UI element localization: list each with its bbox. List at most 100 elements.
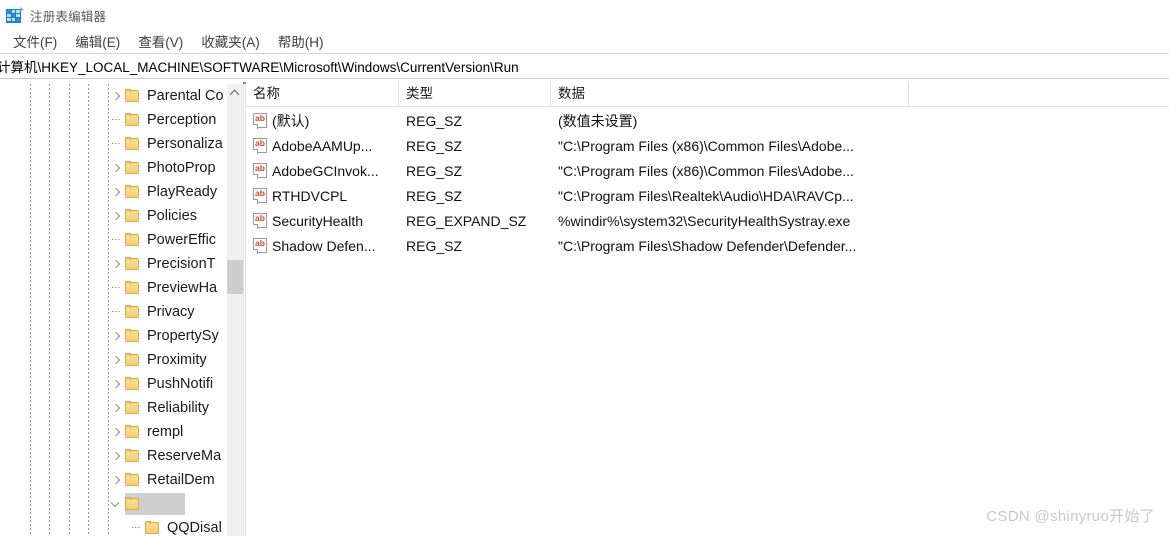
folder-icon [125, 473, 141, 487]
address-bar[interactable]: 计算机\HKEY_LOCAL_MACHINE\SOFTWARE\Microsof… [0, 54, 1169, 78]
tree-item[interactable]: PreviewHa [0, 276, 243, 300]
string-value-icon: ab [253, 163, 268, 179]
value-row[interactable]: ab RTHDVCPL REG_SZ "C:\Program Files\Realte… [246, 184, 1169, 209]
tree-item[interactable]: Reliability [0, 396, 243, 420]
watermark: CSDN @shinyruo开始了 [986, 508, 1155, 525]
chevron-right-icon[interactable] [108, 252, 125, 276]
chevron-right-icon[interactable] [108, 204, 125, 228]
folder-icon [125, 113, 141, 127]
tree-connector [108, 108, 125, 132]
folder-icon [125, 209, 141, 223]
value-data: %windir%\system32\SecurityHealthSystray.… [558, 213, 851, 229]
tree-item-label: PropertySy [147, 328, 219, 344]
string-value-icon: ab [253, 138, 268, 154]
folder-icon [125, 89, 141, 103]
tree-item[interactable]: Personaliza [0, 132, 243, 156]
registry-values-pane[interactable]: 名称 类型 数据 ab (默认) REG_SZ (数值未设置) ab AdobeAAMUp..… [246, 82, 1169, 536]
value-row[interactable]: ab AdobeGCInvok... REG_SZ "C:\Program Files… [246, 159, 1169, 184]
chevron-right-icon[interactable] [108, 180, 125, 204]
string-value-icon: ab [253, 188, 268, 204]
chevron-right-icon[interactable] [108, 156, 125, 180]
tree-item-label: PowerEffic [147, 232, 217, 248]
chevron-right-icon[interactable] [108, 420, 125, 444]
tree-item[interactable]: PhotoProp [0, 156, 243, 180]
tree-connector [108, 300, 125, 324]
address-path: 计算机\HKEY_LOCAL_MACHINE\SOFTWARE\Microsof… [0, 60, 519, 75]
chevron-right-icon[interactable] [108, 84, 125, 108]
value-name: SecurityHealth [272, 213, 364, 229]
menu-item-file[interactable]: 文件(F) [4, 30, 66, 53]
tree-item-label: Parental Co [147, 88, 224, 104]
tree-item-label: PlayReady [147, 184, 218, 200]
folder-icon [125, 497, 141, 511]
tree-item-label: PhotoProp [147, 160, 216, 176]
value-row[interactable]: ab AdobeAAMUp... REG_SZ "C:\Program Files (… [246, 134, 1169, 159]
values-list: ab (默认) REG_SZ (数值未设置) ab AdobeAAMUp... REG_SZ… [246, 107, 1169, 259]
registry-tree-list: Parental Co Perception Personaliza PhotoPro… [0, 84, 243, 536]
menu-item-help[interactable]: 帮助(H) [269, 30, 333, 53]
registry-tree-pane[interactable]: Parental Co Perception Personaliza PhotoPro… [0, 82, 243, 536]
scrollbar-thumb[interactable] [227, 260, 243, 294]
tree-item-label: Proximity [147, 352, 207, 368]
chevron-down-icon[interactable] [108, 492, 125, 516]
tree-item[interactable]: Perception [0, 108, 243, 132]
folder-icon [125, 137, 141, 151]
value-data: (数值未设置) [558, 113, 638, 129]
column-header-name[interactable]: 名称 [246, 82, 399, 106]
folder-icon [125, 449, 141, 463]
tree-item[interactable]: Parental Co [0, 84, 243, 108]
tree-item[interactable]: QQDisal [0, 516, 243, 536]
tree-item[interactable]: Run [0, 492, 243, 516]
folder-icon [125, 401, 141, 415]
tree-item-label: RetailDem [147, 472, 215, 488]
tree-item[interactable]: Proximity [0, 348, 243, 372]
chevron-right-icon[interactable] [108, 468, 125, 492]
chevron-right-icon[interactable] [108, 324, 125, 348]
chevron-right-icon[interactable] [108, 372, 125, 396]
tree-item[interactable]: PropertySy [0, 324, 243, 348]
chevron-right-icon[interactable] [108, 396, 125, 420]
menu-item-favorites[interactable]: 收藏夹(A) [192, 30, 269, 53]
menu-item-view[interactable]: 查看(V) [129, 30, 192, 53]
value-type: REG_EXPAND_SZ [406, 213, 527, 229]
tree-item[interactable]: Privacy [0, 300, 243, 324]
value-row[interactable]: ab SecurityHealth REG_EXPAND_SZ %windir%\sy… [246, 209, 1169, 234]
tree-item[interactable]: rempl [0, 420, 243, 444]
chevron-right-icon[interactable] [108, 444, 125, 468]
tree-item[interactable]: PushNotifi [0, 372, 243, 396]
tree-connector [108, 228, 125, 252]
tree-item-label: QQDisal [167, 520, 222, 536]
tree-item[interactable]: PlayReady [0, 180, 243, 204]
column-header-type[interactable]: 类型 [399, 82, 551, 106]
chevron-right-icon[interactable] [108, 348, 125, 372]
value-type: REG_SZ [406, 113, 463, 129]
string-value-icon: ab [253, 113, 268, 129]
menu-item-edit[interactable]: 编辑(E) [66, 30, 129, 53]
values-column-header: 名称 类型 数据 [246, 82, 1169, 107]
folder-icon [125, 353, 141, 367]
value-data: "C:\Program Files (x86)\Common Files\Ado… [558, 163, 854, 179]
tree-item[interactable]: PrecisionT [0, 252, 243, 276]
string-value-icon: ab [253, 238, 268, 254]
value-row[interactable]: ab Shadow Defen... REG_SZ "C:\Program Files… [246, 234, 1169, 259]
string-value-icon: ab [253, 213, 268, 229]
tree-item[interactable]: ReserveMa [0, 444, 243, 468]
tree-item[interactable]: RetailDem [0, 468, 243, 492]
column-header-data[interactable]: 数据 [551, 82, 909, 106]
chevron-up-icon[interactable] [227, 84, 243, 102]
tree-item-label: ReserveMa [147, 448, 222, 464]
folder-icon [125, 305, 141, 319]
folder-icon [125, 233, 141, 247]
tree-item-label: Reliability [147, 400, 210, 416]
title-bar: 注册表编辑器 [0, 0, 1169, 30]
tree-item[interactable]: Policies [0, 204, 243, 228]
tree-vertical-scrollbar[interactable] [226, 84, 243, 536]
tree-item[interactable]: PowerEffic [0, 228, 243, 252]
tree-connector [108, 132, 125, 156]
tree-connector [108, 276, 125, 300]
value-name: AdobeAAMUp... [272, 138, 373, 154]
folder-icon [125, 161, 141, 175]
registry-editor-icon [6, 6, 24, 24]
value-row[interactable]: ab (默认) REG_SZ (数值未设置) [246, 109, 1169, 134]
tree-item-label: Policies [147, 208, 197, 224]
